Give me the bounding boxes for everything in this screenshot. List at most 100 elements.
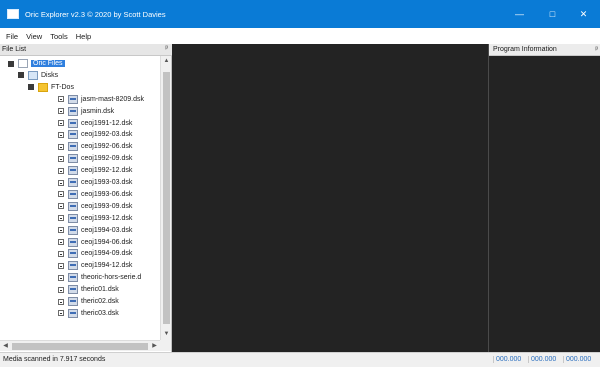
disk-icon xyxy=(68,273,78,283)
close-button[interactable]: ✕ xyxy=(567,0,600,28)
vertical-scrollbar[interactable]: ▲ ▼ xyxy=(160,56,171,340)
disk-icon xyxy=(68,154,78,164)
file-list-title: File List xyxy=(2,46,27,53)
tree-node[interactable]: ceoj1994-09.dsk xyxy=(58,248,132,259)
tree-node[interactable]: theoric-hors-serie.d xyxy=(58,272,141,283)
tree-node-label: theric01.dsk xyxy=(81,286,119,294)
tree-node[interactable]: ceoj1993-03.dsk xyxy=(58,177,132,188)
tree-node[interactable]: ceoj1994-03.dsk xyxy=(58,225,132,236)
scroll-down-icon[interactable]: ▼ xyxy=(161,329,172,340)
expand-icon[interactable] xyxy=(58,286,64,293)
file-tree[interactable]: Oric Files Disks FT-Dos jasm-mast-8209.dsk j… xyxy=(0,56,160,340)
tree-node[interactable]: ceoj1993-06.dsk xyxy=(58,189,132,200)
tree-node-label: ceoj1992-06.dsk xyxy=(81,143,133,151)
maximize-button[interactable]: □ xyxy=(536,0,569,28)
tree-node-label: ceoj1992-03.dsk xyxy=(81,131,133,139)
tree-node[interactable]: theric02.dsk xyxy=(58,296,119,307)
file-list-panel: File List ᵖ Oric Files Disks FT-Dos jasm-ma… xyxy=(0,44,172,352)
tree-node[interactable]: ceoj1993-09.dsk xyxy=(58,201,132,212)
tree-node-label: ceoj1992-09.dsk xyxy=(81,155,133,163)
tree-node-label: ceoj1994-12.dsk xyxy=(81,262,133,270)
menu-tools[interactable]: Tools xyxy=(50,32,68,41)
menu-file[interactable]: File xyxy=(6,32,18,41)
horizontal-scrollbar[interactable]: ◀ ▶ xyxy=(0,340,160,351)
disk-icon xyxy=(68,130,78,140)
vertical-scroll-thumb[interactable] xyxy=(163,72,170,324)
title-bar[interactable]: Oric Explorer v2.3 © 2020 by Scott Davie… xyxy=(0,0,600,28)
disk-icon xyxy=(68,249,78,259)
tree-node[interactable]: Oric Files xyxy=(8,58,65,69)
tree-node[interactable]: theric01.dsk xyxy=(58,284,119,295)
scroll-corner xyxy=(160,340,171,351)
tree-node[interactable]: ceoj1994-06.dsk xyxy=(58,237,132,248)
disk-icon xyxy=(68,118,78,128)
disk-icon xyxy=(68,166,78,176)
collapse-icon[interactable] xyxy=(28,84,34,91)
tree-node[interactable]: ceoj1992-03.dsk xyxy=(58,129,132,140)
disk-icon xyxy=(68,285,78,295)
expand-icon[interactable] xyxy=(58,191,64,198)
expand-icon[interactable] xyxy=(58,120,64,126)
tree-node-label: Disks xyxy=(41,71,59,79)
expand-icon[interactable] xyxy=(58,250,64,257)
disk-icon xyxy=(68,237,78,247)
tree-node[interactable]: jasm-mast-8209.dsk xyxy=(58,94,144,105)
expand-icon[interactable] xyxy=(58,227,64,234)
tree-node[interactable]: theric03.dsk xyxy=(58,308,119,319)
disk-icon xyxy=(68,178,78,187)
tree-node-label: ceoj1991-12.dsk xyxy=(81,119,133,127)
expand-icon[interactable] xyxy=(58,239,64,245)
expand-icon[interactable] xyxy=(58,179,64,186)
tree-node-label: ceoj1994-03.dsk xyxy=(81,226,133,234)
expand-icon[interactable] xyxy=(58,167,64,174)
expand-icon[interactable] xyxy=(58,274,64,281)
tree-node-label: ceoj1994-06.dsk xyxy=(81,238,133,246)
tree-node-label: ceoj1993-06.dsk xyxy=(81,190,133,198)
collapse-icon[interactable] xyxy=(8,60,14,67)
tree-node[interactable]: Disks xyxy=(18,70,58,81)
pin-icon[interactable]: ᵖ xyxy=(165,45,168,52)
disk-icon xyxy=(68,225,78,235)
tree-node-label: ceoj1992-12.dsk xyxy=(81,167,133,175)
expand-icon[interactable] xyxy=(58,215,64,222)
app-icon xyxy=(7,9,19,19)
status-bar: Media scanned in 7.917 seconds 000.000 0… xyxy=(0,352,600,367)
scroll-left-icon[interactable]: ◀ xyxy=(0,341,11,352)
expand-icon[interactable] xyxy=(58,298,64,305)
menu-help[interactable]: Help xyxy=(76,32,91,41)
disk-icon xyxy=(68,308,78,318)
viewer-panel[interactable] xyxy=(172,44,488,352)
scroll-up-icon[interactable]: ▲ xyxy=(161,56,172,67)
horizontal-scroll-thumb[interactable] xyxy=(12,343,148,350)
disk-icon xyxy=(68,201,78,211)
status-field-2: 000.000 xyxy=(528,356,558,363)
disk-icon xyxy=(68,213,78,223)
expand-icon[interactable] xyxy=(58,96,64,103)
expand-icon[interactable] xyxy=(58,203,64,210)
expand-icon[interactable] xyxy=(58,310,64,317)
tree-node[interactable]: ceoj1992-12.dsk xyxy=(58,165,132,176)
expand-icon[interactable] xyxy=(58,143,64,150)
tree-node[interactable]: ceoj1993-12.dsk xyxy=(58,213,132,224)
panel-options-icon[interactable]: ᵖ xyxy=(595,44,598,56)
tree-node[interactable]: ceoj1992-06.dsk xyxy=(58,141,132,152)
minimize-button[interactable]: — xyxy=(503,0,536,28)
tree-node[interactable]: ceoj1992-09.dsk xyxy=(58,153,132,164)
scroll-right-icon[interactable]: ▶ xyxy=(149,341,160,352)
expand-icon[interactable] xyxy=(58,131,64,138)
expand-icon[interactable] xyxy=(58,262,64,269)
expand-icon[interactable] xyxy=(58,155,64,162)
tree-node-label: theric02.dsk xyxy=(81,298,119,305)
folder-icon xyxy=(38,82,48,92)
collapse-icon[interactable] xyxy=(18,72,24,79)
tree-node[interactable]: FT-Dos xyxy=(28,82,74,93)
disk-icon xyxy=(68,142,78,152)
tree-node[interactable]: jasmin.dsk xyxy=(58,106,114,117)
tree-node-label: theric03.dsk xyxy=(81,309,119,317)
menu-view[interactable]: View xyxy=(26,32,42,41)
tree-node[interactable]: ceoj1991-12.dsk xyxy=(58,118,132,129)
tree-node-label: FT-Dos xyxy=(51,83,74,91)
tree-node[interactable]: ceoj1994-12.dsk xyxy=(58,260,132,271)
disks-icon xyxy=(28,70,38,80)
expand-icon[interactable] xyxy=(58,108,64,115)
